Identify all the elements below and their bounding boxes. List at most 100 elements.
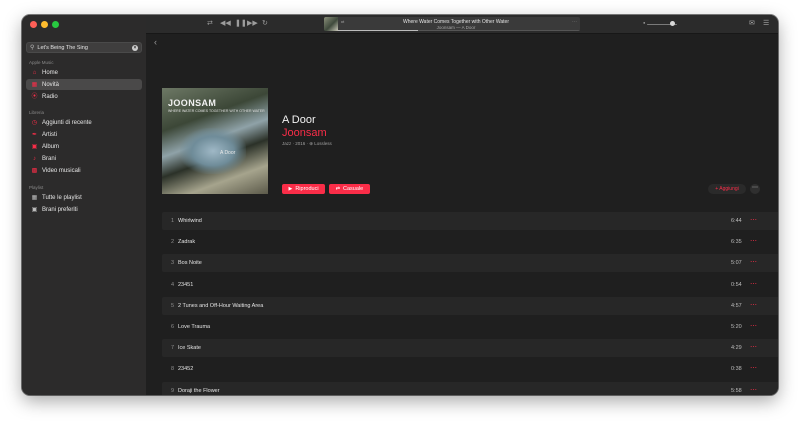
track-title: Love Trauma [178, 324, 211, 330]
playlist-grid-icon: ▦ [31, 194, 38, 201]
zoom-window-button[interactable] [52, 21, 59, 28]
shuffle-icon[interactable]: ⇄ [207, 19, 213, 29]
home-icon: ⌂ [32, 69, 37, 76]
track-title: Whirlwind [178, 218, 202, 224]
sidebar-item-artisti[interactable]: ✒ Artisti [26, 129, 142, 140]
microphone-icon: ✒ [31, 131, 38, 138]
track-number: 3 [170, 260, 174, 267]
grid-icon: ▦ [31, 81, 38, 88]
pause-icon[interactable]: ❚❚ [235, 19, 247, 29]
track-more-options-icon[interactable]: ⋯ [750, 322, 757, 330]
video-icon: ▩ [31, 167, 38, 174]
sidebar-item-radio[interactable]: ⦿ Radio [26, 91, 142, 102]
track-duration: 4:29 [731, 345, 742, 352]
track-number: 7 [170, 345, 174, 352]
star-playlist-icon: ▣ [31, 206, 38, 213]
track-more-options-icon[interactable]: ⋯ [750, 216, 757, 224]
now-playing-panel[interactable]: ⇄ Where Water Comes Together with Other … [324, 17, 580, 31]
minimize-window-button[interactable] [41, 21, 48, 28]
album-meta: Jazz · 2016 · ⊕ Lossless [282, 141, 332, 146]
sidebar-item-label: Radio [42, 93, 58, 100]
album-title: A Door [282, 114, 316, 126]
music-app-window: ⚲ × Apple Music ⌂ Home ▦ Novità ⦿ Radio … [22, 15, 778, 395]
add-to-library-button[interactable]: + Aggiungi [708, 184, 746, 194]
track-number: 6 [170, 324, 174, 330]
album-icon: ▣ [31, 143, 38, 150]
cover-album-lettering: A Door [220, 150, 236, 156]
sidebar-item-brani[interactable]: ♪ Brani [26, 153, 142, 164]
sidebar-item-label: Brani [42, 155, 57, 162]
search-box: ⚲ × [26, 42, 142, 53]
track-number: 8 [170, 366, 174, 373]
sidebar-item-label: Novità [42, 81, 60, 88]
search-input[interactable] [37, 43, 132, 52]
track-title: 2 Tunes and Off-Hour Waiting Area [178, 302, 264, 309]
track-row[interactable]: 9 Doraji the Flower 5:58 ⋯ [162, 381, 778, 395]
track-duration: 5:20 [731, 324, 742, 330]
main-content: ‹ JOONSAM WHERE WATER COMES TOGETHER WIT… [146, 34, 778, 395]
repeat-icon[interactable]: ↻ [262, 19, 268, 29]
track-more-options-icon[interactable]: ⋯ [750, 301, 757, 309]
sidebar: ⚲ × Apple Music ⌂ Home ▦ Novità ⦿ Radio … [22, 15, 147, 395]
album-cover[interactable]: JOONSAM WHERE WATER COMES TOGETHER WITH … [162, 88, 268, 194]
toolbar: ⇄ ◀◀ ❚❚ ▶▶ ↻ ⇄ Where Water Comes Togethe… [146, 15, 778, 34]
window-controls [30, 21, 59, 28]
cover-subtitle-lettering: WHERE WATER COMES TOGETHER WITH OTHER WA… [168, 109, 265, 113]
next-track-icon[interactable]: ▶▶ [247, 19, 258, 29]
track-more-options-icon[interactable]: ⋯ [750, 237, 757, 245]
lyrics-icon[interactable]: ✉ [749, 19, 755, 28]
track-row[interactable]: 2 Zadrak 6:35 ⋯ [162, 233, 778, 251]
track-duration: 0:54 [731, 281, 742, 288]
track-row[interactable]: 4 23451 0:54 ⋯ [162, 276, 778, 294]
previous-track-icon[interactable]: ◀◀ [220, 19, 231, 29]
sidebar-item-video-musicali[interactable]: ▩ Video musicali [26, 165, 142, 176]
back-chevron-icon[interactable]: ‹ [154, 37, 157, 47]
sidebar-item-label: Video musicali [42, 167, 81, 174]
track-title: Zadrak [178, 239, 196, 246]
close-window-button[interactable] [30, 21, 37, 28]
sidebar-item-brani-preferiti[interactable]: ▣ Brani preferiti [26, 204, 142, 215]
play-button[interactable]: ▶ Riproduci [282, 184, 325, 194]
track-more-options-icon[interactable]: ⋯ [750, 343, 757, 351]
sidebar-item-novita[interactable]: ▦ Novità [26, 79, 142, 90]
cover-reflection [180, 128, 246, 174]
sidebar-item-home[interactable]: ⌂ Home [26, 67, 142, 78]
sidebar-item-tutte-le-playlist[interactable]: ▦ Tutte le playlist [26, 192, 142, 203]
track-row[interactable]: 5 2 Tunes and Off-Hour Waiting Area 4:57 ⋯ [162, 296, 778, 315]
playback-progress-bar[interactable] [338, 30, 580, 31]
sidebar-item-album[interactable]: ▣ Album [26, 141, 142, 152]
track-more-options-icon[interactable]: ⋯ [750, 364, 757, 372]
radio-icon: ⦿ [31, 93, 38, 100]
track-row[interactable]: 3 Bos Noite 5:07 ⋯ [162, 254, 778, 273]
shuffle-button[interactable]: ⇄ Casuale [329, 184, 370, 194]
clock-icon: ◷ [31, 119, 38, 126]
track-duration: 5:58 [731, 387, 742, 394]
section-header-apple-music: Apple Music [29, 60, 54, 65]
clear-search-icon[interactable]: × [132, 44, 138, 51]
search-icon: ⚲ [30, 44, 35, 51]
track-row[interactable]: 7 Ice Skate 4:29 ⋯ [162, 339, 778, 358]
volume-low-icon: ● [643, 20, 646, 25]
track-more-options-icon[interactable]: ⋯ [750, 280, 757, 288]
track-more-options-icon[interactable]: ⋯ [750, 386, 757, 394]
album-more-options-icon[interactable]: ⋯ [750, 184, 760, 194]
track-row[interactable]: 1 Whirlwind 6:44 ⋯ [162, 212, 778, 230]
shuffle-button-icon: ⇄ [335, 186, 340, 192]
sidebar-item-label: Tutte le playlist [42, 194, 82, 201]
track-row[interactable]: 6 Love Trauma 5:20 ⋯ [162, 318, 778, 336]
track-number: 5 [170, 302, 174, 309]
track-number: 1 [170, 218, 174, 224]
track-title: Bos Noite [178, 260, 202, 267]
track-title: 23451 [178, 281, 194, 288]
track-title: Doraji the Flower [178, 387, 220, 394]
track-more-options-icon[interactable]: ⋯ [750, 258, 757, 266]
volume-knob[interactable] [670, 21, 675, 26]
now-playing-more-icon[interactable]: ⋯ [572, 19, 577, 25]
volume-slider[interactable]: ● [643, 20, 683, 28]
queue-list-icon[interactable]: ☰ [763, 19, 769, 28]
track-row[interactable]: 8 23452 0:38 ⋯ [162, 360, 778, 378]
album-artist-link[interactable]: Joonsam [282, 127, 327, 139]
cover-artist-lettering: JOONSAM [168, 98, 217, 108]
sidebar-item-aggiunti-di-recente[interactable]: ◷ Aggiunti di recente [26, 117, 142, 128]
sidebar-item-label: Aggiunti di recente [42, 119, 92, 126]
